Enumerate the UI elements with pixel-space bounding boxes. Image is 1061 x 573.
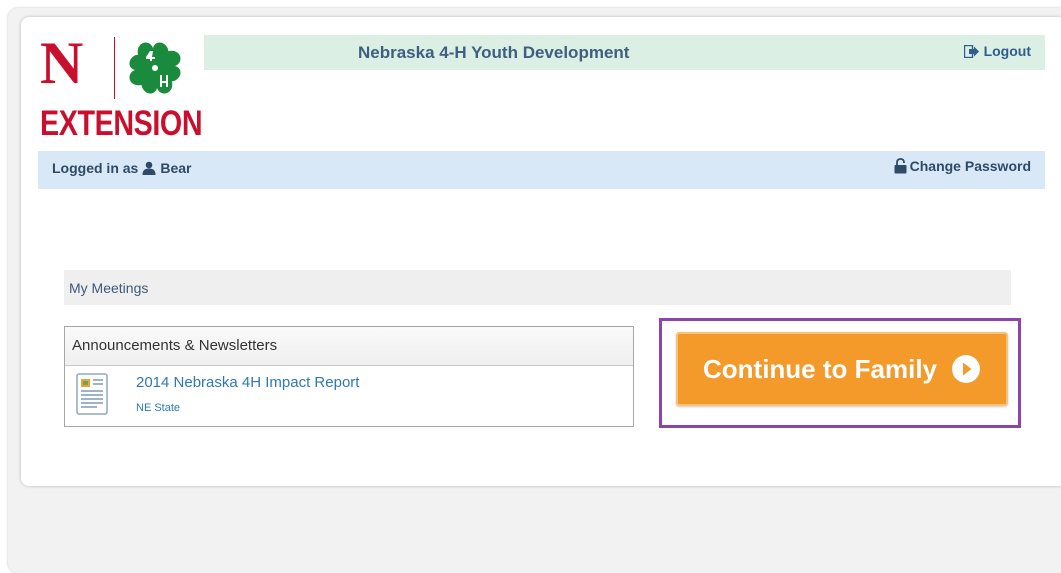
logged-in-status: Logged in as Bear — [52, 160, 191, 176]
logout-link[interactable]: Logout — [963, 43, 1031, 59]
announcements-title: Announcements & Newsletters — [65, 327, 633, 366]
announcement-title-link[interactable]: 2014 Nebraska 4H Impact Report — [136, 374, 359, 391]
play-circle-icon — [952, 355, 980, 383]
change-password-link[interactable]: Change Password — [894, 158, 1031, 174]
four-h-clover-icon — [129, 42, 181, 94]
continue-label: Continue to Family — [703, 353, 937, 384]
site-title: Nebraska 4-H Youth Development — [358, 43, 630, 62]
my-meetings-label[interactable]: My Meetings — [69, 280, 148, 296]
logo-divider — [114, 37, 115, 99]
unlock-icon — [894, 158, 907, 174]
nebraska-extension-logo: N EXTENSION — [40, 30, 203, 143]
continue-to-family-button[interactable]: Continue to Family — [676, 332, 1008, 406]
announcements-panel: Announcements & Newsletters 2014 Nebrask… — [64, 326, 634, 427]
my-meetings-bar[interactable] — [64, 270, 1011, 305]
list-item[interactable]: 2014 Nebraska 4H Impact Report NE State — [65, 366, 633, 426]
username: Bear — [160, 160, 192, 176]
logout-icon — [963, 44, 979, 58]
announcement-source: NE State — [136, 402, 181, 414]
document-icon — [76, 373, 108, 415]
logout-label: Logout — [983, 43, 1031, 59]
logged-in-prefix: Logged in as — [52, 160, 139, 176]
change-password-label: Change Password — [909, 158, 1031, 174]
user-icon — [142, 161, 156, 175]
logo-letter: N — [40, 30, 83, 96]
logo-extension-word: EXTENSION — [40, 104, 203, 143]
